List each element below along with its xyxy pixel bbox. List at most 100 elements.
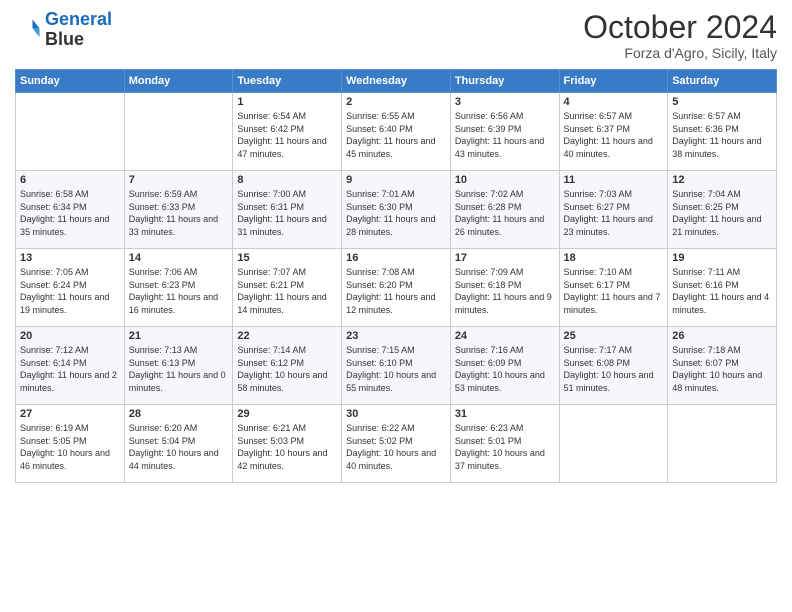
day-number: 3 <box>455 96 555 108</box>
day-cell: 9 Sunrise: 7:01 AMSunset: 6:30 PMDaylight… <box>342 171 451 249</box>
day-cell: 13 Sunrise: 7:05 AMSunset: 6:24 PMDayligh… <box>16 249 125 327</box>
day-cell <box>124 93 233 171</box>
day-number: 4 <box>564 96 664 108</box>
day-number: 26 <box>672 330 772 342</box>
day-cell: 15Sunrise: 7:07 AMSunset: 6:21 PMDayligh… <box>233 249 342 327</box>
day-number: 8 <box>237 174 337 186</box>
page-container: General Blue October 2024 Forza d'Agro, … <box>0 0 792 493</box>
day-number: 25 <box>564 330 664 342</box>
day-info: Sunrise: 6:55 AMSunset: 6:40 PMDaylight:… <box>346 110 446 160</box>
day-number: 13 <box>20 252 120 264</box>
day-info: Sunrise: 7:03 AMSunset: 6:27 PMDaylight:… <box>564 188 664 238</box>
day-cell: 11 Sunrise: 7:03 AMSunset: 6:27 PMDayligh… <box>559 171 668 249</box>
day-info: Sunrise: 6:58 AMSunset: 6:34 PMDaylight:… <box>20 188 120 238</box>
day-header-friday: Friday <box>559 70 668 93</box>
day-info: Sunrise: 6:19 AMSunset: 5:05 PMDaylight:… <box>20 422 120 472</box>
day-info: Sunrise: 6:56 AMSunset: 6:39 PMDaylight:… <box>455 110 555 160</box>
day-info: Sunrise: 7:00 AMSunset: 6:31 PMDaylight:… <box>237 188 337 238</box>
day-header-saturday: Saturday <box>668 70 777 93</box>
day-cell: 8 Sunrise: 7:00 AMSunset: 6:31 PMDaylight… <box>233 171 342 249</box>
month-title: October 2024 <box>583 10 777 45</box>
day-number: 22 <box>237 330 337 342</box>
location-subtitle: Forza d'Agro, Sicily, Italy <box>583 45 777 61</box>
day-number: 16 <box>346 252 446 264</box>
day-cell: 12Sunrise: 7:04 AMSunset: 6:25 PMDayligh… <box>668 171 777 249</box>
day-number: 11 <box>564 174 664 186</box>
day-info: Sunrise: 7:06 AMSunset: 6:23 PMDaylight:… <box>129 266 229 316</box>
day-info: Sunrise: 7:10 AMSunset: 6:17 PMDaylight:… <box>564 266 664 316</box>
logo-icon <box>15 16 43 44</box>
logo-text: General Blue <box>45 10 112 50</box>
day-cell: 5 Sunrise: 6:57 AMSunset: 6:36 PMDaylight… <box>668 93 777 171</box>
day-cell: 21 Sunrise: 7:13 AMSunset: 6:13 PMDayligh… <box>124 327 233 405</box>
day-number: 29 <box>237 408 337 420</box>
day-cell: 1 Sunrise: 6:54 AMSunset: 6:42 PMDaylight… <box>233 93 342 171</box>
day-cell: 14 Sunrise: 7:06 AMSunset: 6:23 PMDayligh… <box>124 249 233 327</box>
day-info: Sunrise: 7:13 AMSunset: 6:13 PMDaylight:… <box>129 344 229 394</box>
day-cell: 23Sunrise: 7:15 AMSunset: 6:10 PMDayligh… <box>342 327 451 405</box>
day-info: Sunrise: 7:05 AMSunset: 6:24 PMDaylight:… <box>20 266 120 316</box>
day-cell: 10 Sunrise: 7:02 AMSunset: 6:28 PMDayligh… <box>450 171 559 249</box>
day-cell: 27 Sunrise: 6:19 AMSunset: 5:05 PMDayligh… <box>16 405 125 483</box>
header: General Blue October 2024 Forza d'Agro, … <box>15 10 777 61</box>
day-cell: 7 Sunrise: 6:59 AMSunset: 6:33 PMDaylight… <box>124 171 233 249</box>
week-row-1: 1 Sunrise: 6:54 AMSunset: 6:42 PMDaylight… <box>16 93 777 171</box>
day-cell: 4 Sunrise: 6:57 AMSunset: 6:37 PMDaylight… <box>559 93 668 171</box>
day-cell: 6 Sunrise: 6:58 AMSunset: 6:34 PMDaylight… <box>16 171 125 249</box>
week-row-4: 20Sunrise: 7:12 AMSunset: 6:14 PMDayligh… <box>16 327 777 405</box>
day-info: Sunrise: 7:01 AMSunset: 6:30 PMDaylight:… <box>346 188 446 238</box>
day-info: Sunrise: 6:57 AMSunset: 6:37 PMDaylight:… <box>564 110 664 160</box>
day-header-thursday: Thursday <box>450 70 559 93</box>
day-number: 1 <box>237 96 337 108</box>
day-number: 9 <box>346 174 446 186</box>
week-row-2: 6 Sunrise: 6:58 AMSunset: 6:34 PMDaylight… <box>16 171 777 249</box>
day-number: 10 <box>455 174 555 186</box>
calendar-table: SundayMondayTuesdayWednesdayThursdayFrid… <box>15 69 777 483</box>
day-cell: 20Sunrise: 7:12 AMSunset: 6:14 PMDayligh… <box>16 327 125 405</box>
day-cell: 16 Sunrise: 7:08 AMSunset: 6:20 PMDayligh… <box>342 249 451 327</box>
day-number: 7 <box>129 174 229 186</box>
day-number: 28 <box>129 408 229 420</box>
day-cell: 31Sunrise: 6:23 AMSunset: 5:01 PMDayligh… <box>450 405 559 483</box>
day-number: 17 <box>455 252 555 264</box>
day-info: Sunrise: 6:22 AMSunset: 5:02 PMDaylight:… <box>346 422 446 472</box>
day-cell <box>559 405 668 483</box>
day-info: Sunrise: 7:08 AMSunset: 6:20 PMDaylight:… <box>346 266 446 316</box>
day-number: 31 <box>455 408 555 420</box>
day-number: 15 <box>237 252 337 264</box>
day-info: Sunrise: 6:57 AMSunset: 6:36 PMDaylight:… <box>672 110 772 160</box>
day-header-monday: Monday <box>124 70 233 93</box>
day-number: 5 <box>672 96 772 108</box>
day-info: Sunrise: 6:54 AMSunset: 6:42 PMDaylight:… <box>237 110 337 160</box>
day-info: Sunrise: 7:12 AMSunset: 6:14 PMDaylight:… <box>20 344 120 394</box>
day-cell <box>668 405 777 483</box>
day-number: 6 <box>20 174 120 186</box>
day-info: Sunrise: 7:09 AMSunset: 6:18 PMDaylight:… <box>455 266 555 316</box>
day-info: Sunrise: 7:14 AMSunset: 6:12 PMDaylight:… <box>237 344 337 394</box>
day-cell <box>16 93 125 171</box>
header-row: SundayMondayTuesdayWednesdayThursdayFrid… <box>16 70 777 93</box>
title-section: October 2024 Forza d'Agro, Sicily, Italy <box>583 10 777 61</box>
day-info: Sunrise: 6:59 AMSunset: 6:33 PMDaylight:… <box>129 188 229 238</box>
day-number: 12 <box>672 174 772 186</box>
day-cell: 3 Sunrise: 6:56 AMSunset: 6:39 PMDaylight… <box>450 93 559 171</box>
day-number: 21 <box>129 330 229 342</box>
day-number: 30 <box>346 408 446 420</box>
day-cell: 30 Sunrise: 6:22 AMSunset: 5:02 PMDayligh… <box>342 405 451 483</box>
day-cell: 25 Sunrise: 7:17 AMSunset: 6:08 PMDayligh… <box>559 327 668 405</box>
day-info: Sunrise: 6:20 AMSunset: 5:04 PMDaylight:… <box>129 422 229 472</box>
day-number: 14 <box>129 252 229 264</box>
day-header-sunday: Sunday <box>16 70 125 93</box>
day-cell: 26 Sunrise: 7:18 AMSunset: 6:07 PMDayligh… <box>668 327 777 405</box>
day-cell: 19 Sunrise: 7:11 AMSunset: 6:16 PMDayligh… <box>668 249 777 327</box>
week-row-5: 27 Sunrise: 6:19 AMSunset: 5:05 PMDayligh… <box>16 405 777 483</box>
day-info: Sunrise: 7:02 AMSunset: 6:28 PMDaylight:… <box>455 188 555 238</box>
day-header-tuesday: Tuesday <box>233 70 342 93</box>
day-info: Sunrise: 7:17 AMSunset: 6:08 PMDaylight:… <box>564 344 664 394</box>
day-cell: 17 Sunrise: 7:09 AMSunset: 6:18 PMDayligh… <box>450 249 559 327</box>
day-cell: 29Sunrise: 6:21 AMSunset: 5:03 PMDayligh… <box>233 405 342 483</box>
day-number: 27 <box>20 408 120 420</box>
day-info: Sunrise: 7:11 AMSunset: 6:16 PMDaylight:… <box>672 266 772 316</box>
day-number: 19 <box>672 252 772 264</box>
day-info: Sunrise: 7:18 AMSunset: 6:07 PMDaylight:… <box>672 344 772 394</box>
